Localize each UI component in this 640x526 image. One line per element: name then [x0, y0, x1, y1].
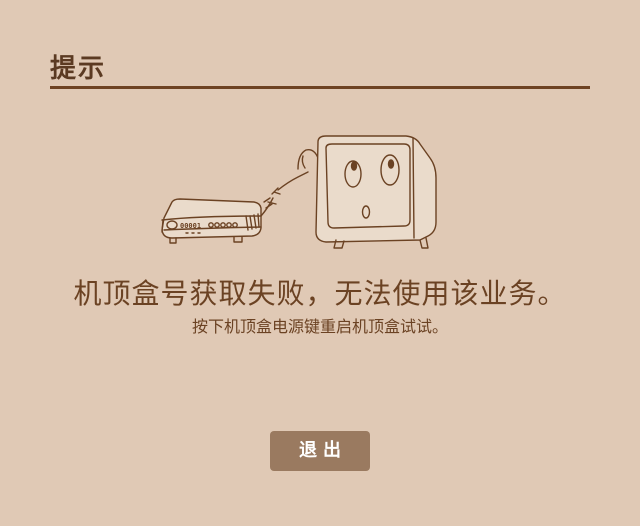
tv-icon	[315, 135, 437, 249]
stb-display-text: 00001	[180, 222, 201, 230]
set-top-box-icon	[161, 198, 262, 244]
error-message: 机顶盒号获取失败，无法使用该业务。	[73, 277, 567, 310]
title-divider	[50, 86, 590, 89]
hint-message: 按下机顶盒电源键重启机顶盒试试。	[191, 317, 448, 336]
broken-tv-cable-illustration: 00001	[161, 135, 437, 249]
exit-button[interactable]: 退出	[270, 431, 370, 471]
dialog-title: 提示	[50, 54, 107, 84]
